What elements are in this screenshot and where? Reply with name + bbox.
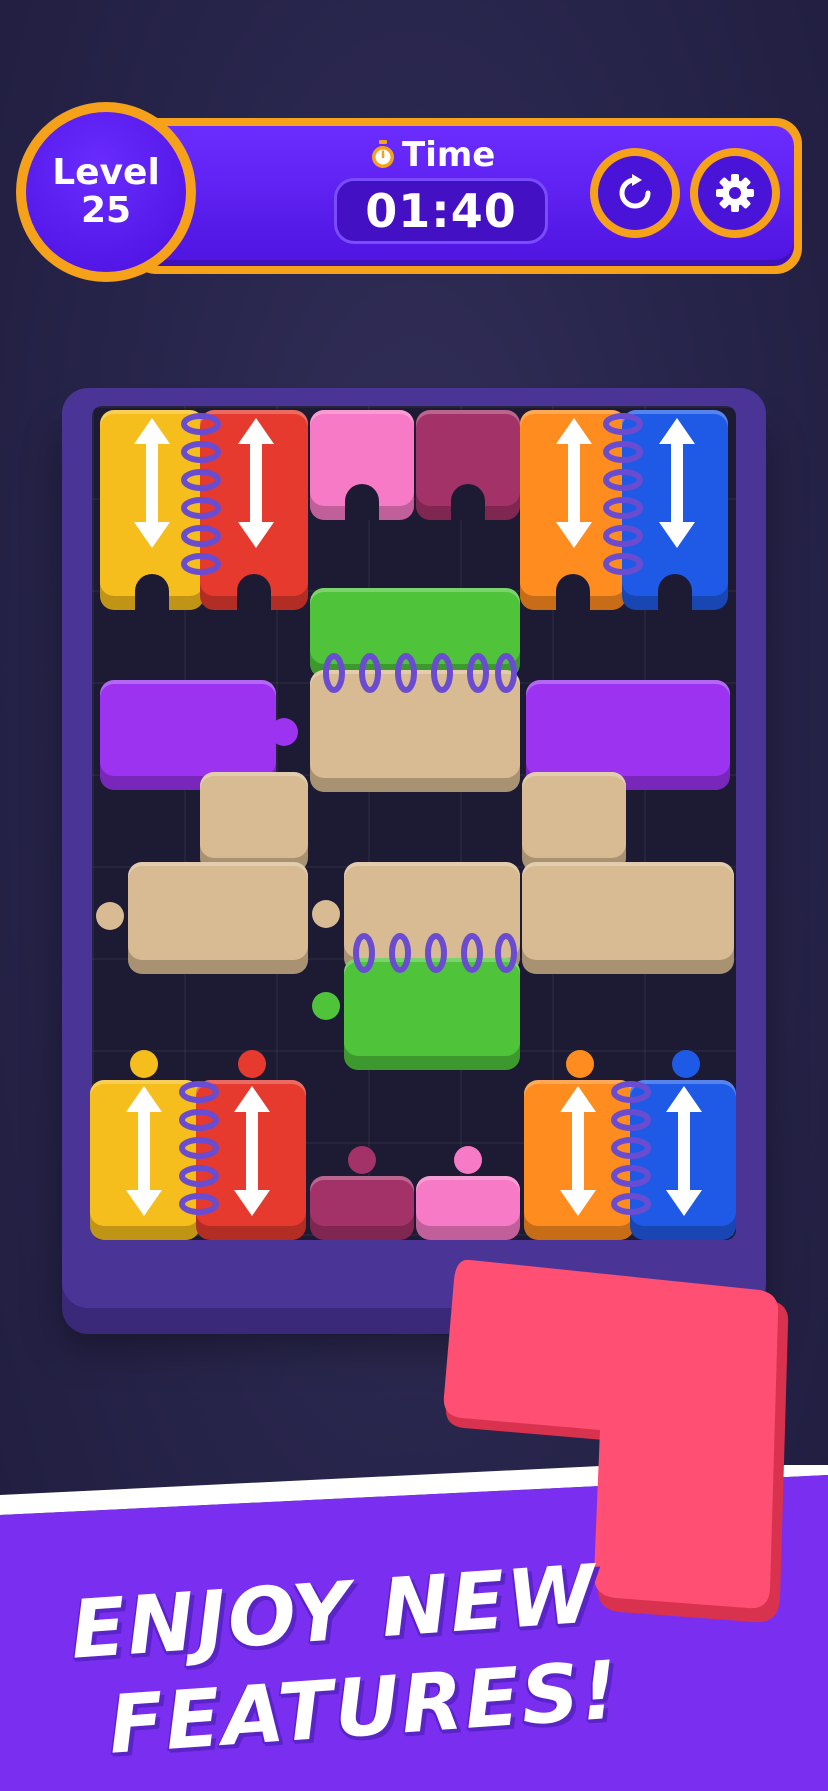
tan-left-l-upper[interactable] [200,772,308,872]
orange-bottom-knob [566,1050,594,1078]
green-lower-knob [312,992,340,1020]
level-label: Level [52,152,160,194]
spiral-binding-icon [179,1081,219,1215]
notch [451,484,485,520]
pink-cup-block[interactable] [310,410,414,520]
maroon-cup-block[interactable] [416,410,520,520]
time-header: Time [370,134,510,176]
settings-button-inner [698,156,772,230]
notch [556,574,590,610]
timer-display: 01:40 [334,178,548,244]
yellow-bottom-knob [130,1050,158,1078]
spiral-binding-icon [603,413,643,575]
pink-small-knob [454,1146,482,1174]
tan-right-l-upper[interactable] [522,772,626,872]
stopwatch-icon [372,140,394,168]
vertical-arrow-icon [556,418,592,548]
level-number: 25 [80,190,132,231]
restart-button[interactable] [590,148,680,238]
tan-right-l-lower[interactable] [522,862,734,974]
vertical-arrow-icon [234,1086,270,1216]
tan-left-l-lower[interactable] [128,862,308,974]
settings-button[interactable] [690,148,780,238]
spiral-binding-icon [353,933,517,973]
violet-left-knob [270,718,298,746]
notch [658,574,692,610]
notch [345,484,379,520]
vertical-arrow-icon [126,1086,162,1216]
spiral-binding-icon [181,413,221,575]
restart-button-inner [598,156,672,230]
blue-bottom-knob [672,1050,700,1078]
vertical-arrow-icon [666,1086,702,1216]
maroon-small-block[interactable] [310,1176,414,1240]
pink-small-block[interactable] [416,1176,520,1240]
spiral-binding-icon [323,653,517,693]
vertical-arrow-icon [560,1086,596,1216]
level-badge: Level 25 [16,102,196,282]
vertical-arrow-icon [238,418,274,548]
time-label: Time [402,135,496,175]
vertical-arrow-icon [134,418,170,548]
restart-icon [619,174,651,209]
red-bottom-knob [238,1050,266,1078]
tan-left-knob [96,902,124,930]
tan-center-knob [312,900,340,928]
vertical-arrow-icon [659,418,695,548]
gear-icon [716,174,754,212]
level-badge-inner: Level 25 [26,112,186,272]
spiral-binding-icon [611,1081,651,1215]
notch [237,574,271,610]
maroon-small-knob [348,1146,376,1174]
notch [135,574,169,610]
